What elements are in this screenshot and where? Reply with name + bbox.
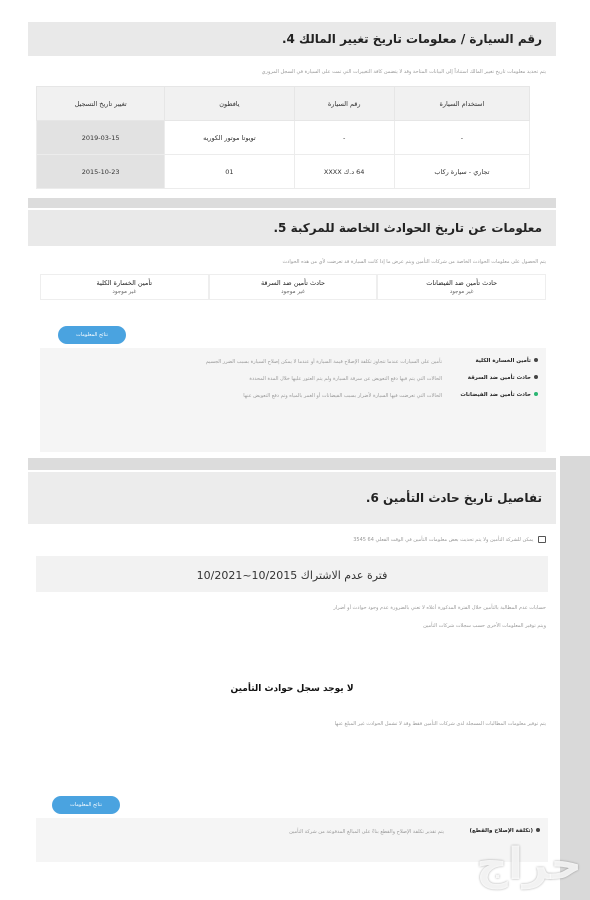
bullet-icon (536, 828, 540, 832)
table-cell: 01 (164, 154, 295, 189)
bullet-icon (534, 358, 538, 362)
table-cell: - (393, 120, 531, 155)
summary-card: حادث تأمين ضد السرقة غير موجود (208, 274, 378, 300)
footnote-term: (تكلفة الإصلاح والقطع) (469, 828, 533, 834)
no-record-title: لا يوجد سجل حوادث التأمين (230, 684, 354, 694)
card-value: غير موجود (112, 289, 137, 295)
section-divider (28, 458, 556, 470)
summary-card: حادث تأمين ضد الفيضانات غير موجود (377, 274, 546, 300)
period-band: فترة عدم الاشتراك 10/2015~10/2021 (36, 556, 548, 592)
paragraph: ويتم توفير المعلومات الأخرى حسب سجلات شر… (423, 623, 546, 629)
report-page: رقم السيارة / معلومات تاريخ تغيير المالك… (0, 0, 590, 900)
section-intro: يتم الحصول على معلومات الحوادث الخاصة من… (282, 259, 546, 265)
card-value: غير موجود (281, 289, 305, 295)
legend-desc: الحالات التي يتم فيها دفع التعويض عن سرق… (249, 376, 442, 382)
column-header: استخدام السيارة (393, 86, 531, 121)
page-edge-shadow (560, 456, 590, 900)
note-text: يمكن للشركة التأمين ولا يتم تحديث بعض مع… (353, 537, 534, 543)
section-header: رقم السيارة / معلومات تاريخ تغيير المالك… (28, 22, 556, 56)
legend-row: (تكلفة الإصلاح والقطع) يتم تقدير تكلفة ا… (36, 818, 548, 841)
table-row: تجاري - سيارة ركاب 64 د.ك XXXX 01 2015-1… (35, 154, 531, 189)
section-owner-history: رقم السيارة / معلومات تاريخ تغيير المالك… (28, 22, 556, 192)
legend-term: تأمين الخسارة الكلية (475, 358, 531, 364)
table-cell: تجاري - سيارة ركاب (393, 154, 531, 189)
paragraph: يتم توفير معلومات المطالبات المسجلة لدى … (334, 721, 546, 727)
section-header: معلومات عن تاريخ الحوادث الخاصة للمركبة … (28, 210, 556, 246)
info-results-button[interactable]: نتائج المعلومات (52, 796, 120, 814)
column-header: تغيير تاريخ التسجيل (35, 86, 166, 121)
bullet-icon (534, 392, 538, 396)
section-note: يمكن للشركة التأمين ولا يتم تحديث بعض مع… (28, 524, 556, 545)
card-label: تأمين الخسارة الكلية (96, 279, 153, 287)
table-cell: 2019-03-15 (35, 120, 166, 155)
section-intro: يتم تحديد معلومات تاريخ تغيير المالك است… (261, 69, 546, 75)
column-header: يافطون (164, 86, 295, 121)
card-label: حادث تأمين ضد السرقة (260, 279, 326, 287)
paragraph: حسابات عدم المطالبة بالتأمين خلال الفترة… (333, 605, 546, 611)
legend-desc: تأمين على السيارات عندما تتجاوز تكلفة ال… (205, 359, 442, 365)
accident-summary: حادث تأمين ضد الفيضانات غير موجود حادث ت… (39, 274, 546, 300)
table-cell: - (293, 120, 395, 155)
column-header: رقم السيارة (293, 86, 395, 121)
section-divider (28, 198, 556, 208)
legend-desc: الحالات التي تعرضت فيها السيارة لأضرار ب… (243, 393, 442, 399)
table-cell: تويوتا موتور الكوريه (164, 120, 295, 155)
document-icon (538, 536, 546, 543)
table-header-row: استخدام السيارة رقم السيارة يافطون تغيير… (35, 86, 531, 121)
section-title: رقم السيارة / معلومات تاريخ تغيير المالك… (281, 32, 542, 46)
legend-term: حادث تأمين ضد السرقة (467, 375, 531, 381)
legend-row: تأمين الخسارة الكلية تأمين على السيارات … (40, 348, 546, 371)
table-cell: 2015-10-23 (35, 154, 166, 189)
table-cell: 64 د.ك XXXX (293, 154, 395, 189)
period-text: فترة عدم الاشتراك 10/2015~10/2021 (196, 569, 388, 582)
legend-term: حادث تأمين ضد الفيضانات (460, 392, 531, 398)
legend-box: تأمين الخسارة الكلية تأمين على السيارات … (40, 348, 546, 452)
section-title: معلومات عن تاريخ الحوادث الخاصة للمركبة … (273, 221, 542, 235)
legend-row: حادث تأمين ضد الفيضانات الحالات التي تعر… (40, 388, 546, 405)
section-title: تفاصيل تاريخ حادث التأمين 6. (365, 491, 542, 505)
summary-card: تأمين الخسارة الكلية غير موجود (39, 274, 209, 300)
legend-row: حادث تأمين ضد السرقة الحالات التي يتم في… (40, 371, 546, 388)
section-insurance-history: تفاصيل تاريخ حادث التأمين 6. يمكن للشركة… (28, 472, 556, 892)
watermark-logo: حراج (476, 839, 582, 890)
footnote-box: (تكلفة الإصلاح والقطع) يتم تقدير تكلفة ا… (36, 818, 548, 862)
section-special-accidents: معلومات عن تاريخ الحوادث الخاصة للمركبة … (28, 210, 556, 460)
section-header: تفاصيل تاريخ حادث التأمين 6. (28, 472, 556, 524)
footnote-desc: يتم تقدير تكلفة الإصلاح والقطع بناءً على… (289, 829, 444, 835)
card-value: غير موجود (449, 289, 474, 295)
owner-history-table: استخدام السيارة رقم السيارة يافطون تغيير… (35, 86, 531, 189)
bullet-icon (534, 375, 538, 379)
table-row: - - تويوتا موتور الكوريه 2019-03-15 (35, 120, 531, 155)
card-label: حادث تأمين ضد الفيضانات (426, 279, 498, 287)
info-results-button[interactable]: نتائج المعلومات (58, 326, 126, 344)
